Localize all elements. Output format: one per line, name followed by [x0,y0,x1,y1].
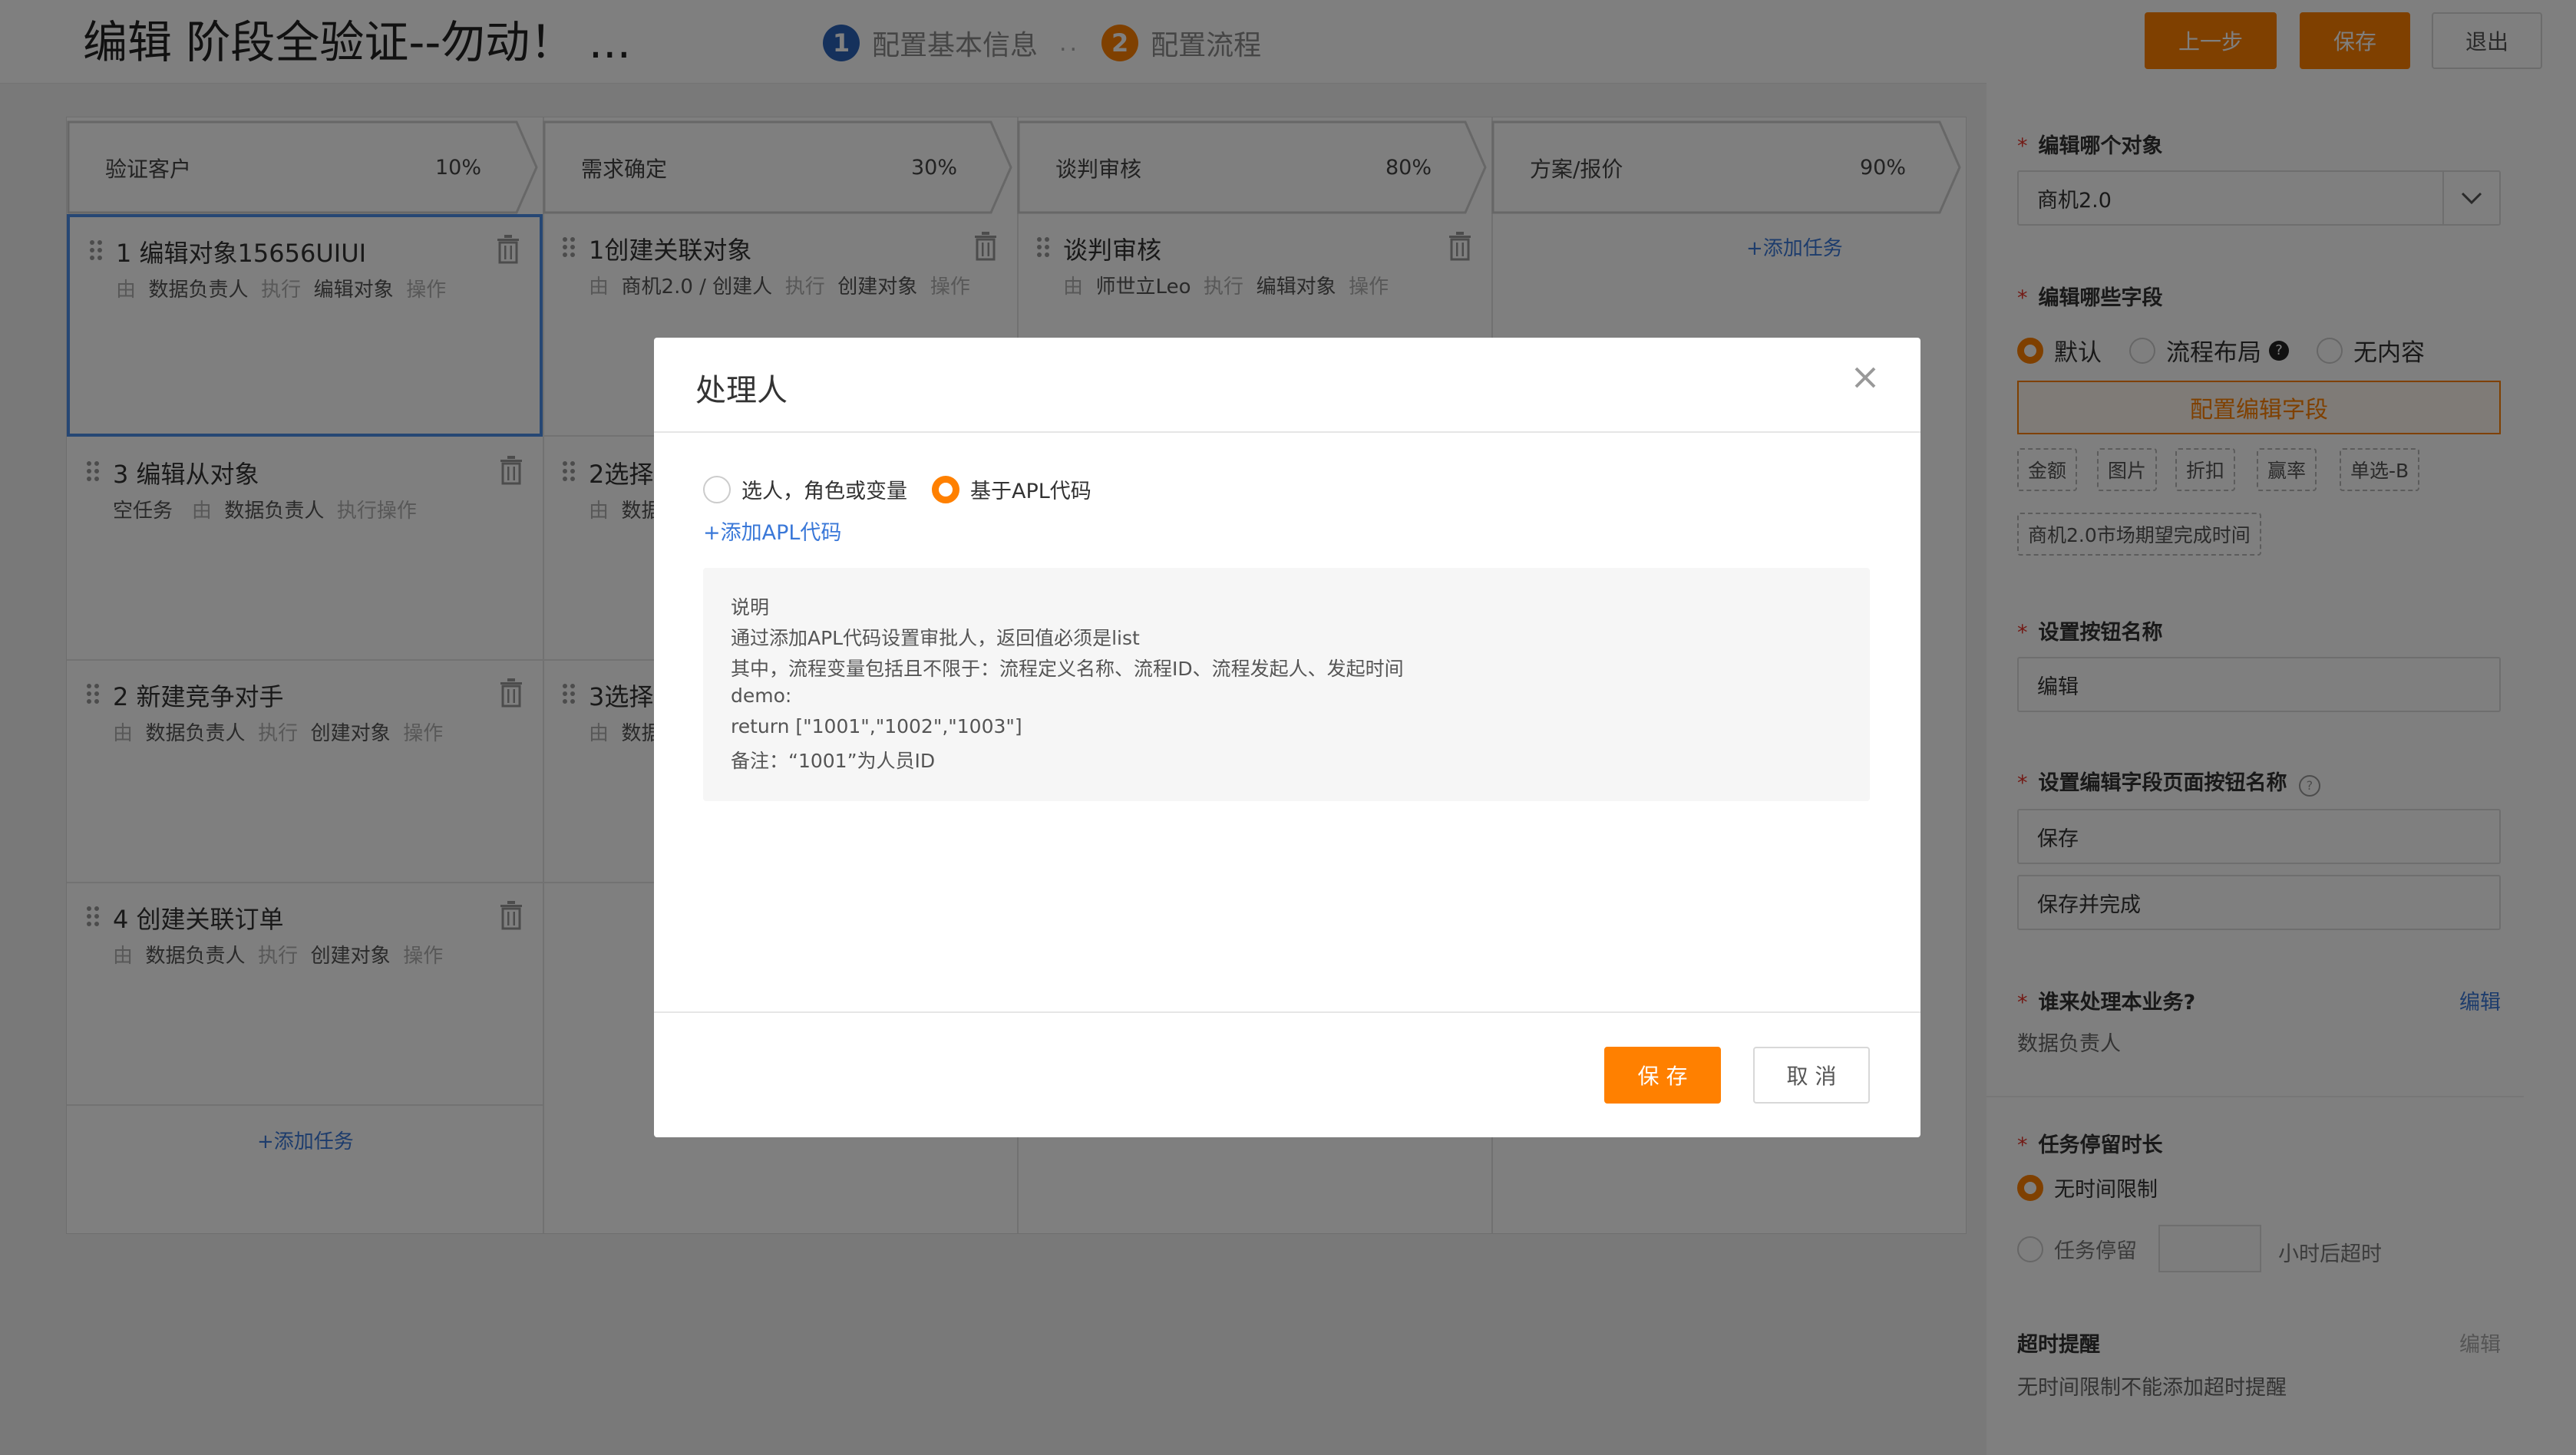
modal-title: 处理人 [695,373,788,408]
desc-line: demo: [731,685,792,707]
handler-type-radios: 选人，角色或变量 基于APL代码 [703,474,1116,504]
desc-line: 备注：“1001”为人员ID [731,750,936,772]
modal-footer-divider [654,1011,1920,1013]
apl-description-box: 说明 通过添加APL代码设置审批人，返回值必须是list 其中，流程变量包括且不… [703,568,1870,801]
desc-line: 通过添加APL代码设置审批人，返回值必须是list [731,627,1140,649]
desc-line: return ["1001","1002","1003"] [731,715,1022,737]
modal-cancel-button[interactable]: 取 消 [1753,1047,1870,1104]
close-icon[interactable] [1848,361,1882,394]
handler-modal: 处理人 选人，角色或变量 基于APL代码 +添加APL代码 说明 通过添加APL… [654,338,1920,1137]
modal-header-divider [654,431,1920,433]
apl-code-radio[interactable]: 基于APL代码 [932,474,1091,504]
modal-save-button[interactable]: 保 存 [1604,1047,1721,1104]
select-person-radio[interactable]: 选人，角色或变量 [703,474,907,504]
desc-line: 说明 [731,596,770,619]
add-apl-code-link[interactable]: +添加APL代码 [703,516,841,546]
desc-line: 其中，流程变量包括且不限于：流程定义名称、流程ID、流程发起人、发起时间 [731,658,1404,680]
